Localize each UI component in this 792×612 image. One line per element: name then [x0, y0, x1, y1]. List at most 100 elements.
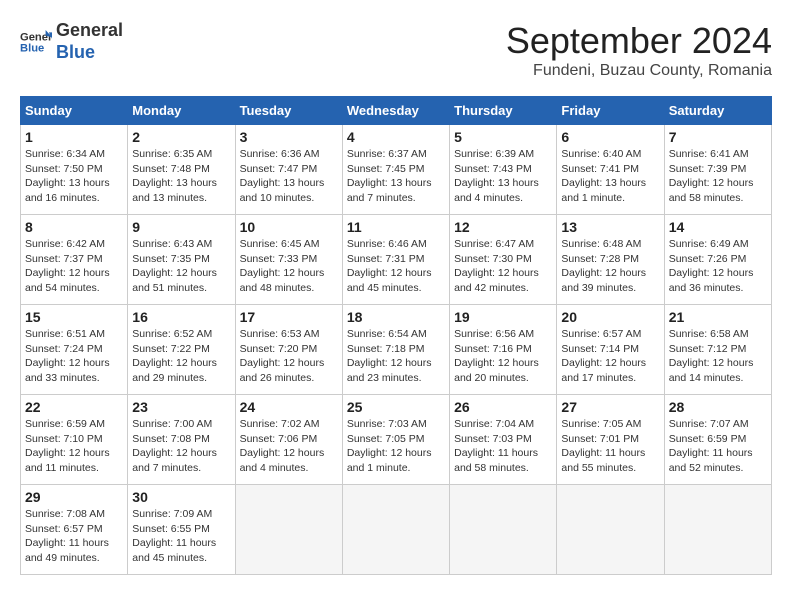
- day-number: 18: [347, 309, 445, 325]
- day-info: Sunrise: 7:04 AMSunset: 7:03 PMDaylight:…: [454, 417, 552, 476]
- col-header-monday: Monday: [128, 97, 235, 125]
- day-info: Sunrise: 6:37 AMSunset: 7:45 PMDaylight:…: [347, 147, 445, 206]
- calendar-cell: 29 Sunrise: 7:08 AMSunset: 6:57 PMDayligh…: [21, 485, 128, 575]
- day-number: 3: [240, 129, 338, 145]
- calendar-cell: 16 Sunrise: 6:52 AMSunset: 7:22 PMDayligh…: [128, 305, 235, 395]
- calendar-cell: 30 Sunrise: 7:09 AMSunset: 6:55 PMDayligh…: [128, 485, 235, 575]
- day-number: 29: [25, 489, 123, 505]
- day-number: 26: [454, 399, 552, 415]
- logo-icon: General Blue: [20, 26, 52, 58]
- day-number: 22: [25, 399, 123, 415]
- day-info: Sunrise: 7:00 AMSunset: 7:08 PMDaylight:…: [132, 417, 230, 476]
- day-number: 5: [454, 129, 552, 145]
- day-number: 14: [669, 219, 767, 235]
- col-header-tuesday: Tuesday: [235, 97, 342, 125]
- calendar-header-row: SundayMondayTuesdayWednesdayThursdayFrid…: [21, 97, 772, 125]
- day-number: 15: [25, 309, 123, 325]
- calendar-cell: 22 Sunrise: 6:59 AMSunset: 7:10 PMDayligh…: [21, 395, 128, 485]
- day-info: Sunrise: 6:57 AMSunset: 7:14 PMDaylight:…: [561, 327, 659, 386]
- day-number: 17: [240, 309, 338, 325]
- day-info: Sunrise: 6:59 AMSunset: 7:10 PMDaylight:…: [25, 417, 123, 476]
- day-number: 2: [132, 129, 230, 145]
- calendar-cell: 7Sunrise: 6:41 AMSunset: 7:39 PMDaylight…: [664, 125, 771, 215]
- calendar-cell: [342, 485, 449, 575]
- day-info: Sunrise: 6:45 AMSunset: 7:33 PMDaylight:…: [240, 237, 338, 296]
- day-number: 1: [25, 129, 123, 145]
- week-row-4: 22 Sunrise: 6:59 AMSunset: 7:10 PMDayligh…: [21, 395, 772, 485]
- day-number: 7: [669, 129, 767, 145]
- day-info: Sunrise: 6:34 AMSunset: 7:50 PMDaylight:…: [25, 147, 123, 206]
- day-number: 30: [132, 489, 230, 505]
- logo: General Blue General Blue: [20, 20, 123, 63]
- calendar-cell: 15 Sunrise: 6:51 AMSunset: 7:24 PMDayligh…: [21, 305, 128, 395]
- day-info: Sunrise: 7:08 AMSunset: 6:57 PMDaylight:…: [25, 507, 123, 566]
- day-info: Sunrise: 6:39 AMSunset: 7:43 PMDaylight:…: [454, 147, 552, 206]
- calendar-cell: 11Sunrise: 6:46 AMSunset: 7:31 PMDayligh…: [342, 215, 449, 305]
- col-header-wednesday: Wednesday: [342, 97, 449, 125]
- day-info: Sunrise: 6:42 AMSunset: 7:37 PMDaylight:…: [25, 237, 123, 296]
- day-number: 24: [240, 399, 338, 415]
- day-info: Sunrise: 6:43 AMSunset: 7:35 PMDaylight:…: [132, 237, 230, 296]
- calendar-cell: 17 Sunrise: 6:53 AMSunset: 7:20 PMDayligh…: [235, 305, 342, 395]
- day-number: 4: [347, 129, 445, 145]
- day-info: Sunrise: 6:47 AMSunset: 7:30 PMDaylight:…: [454, 237, 552, 296]
- day-info: Sunrise: 7:02 AMSunset: 7:06 PMDaylight:…: [240, 417, 338, 476]
- day-info: Sunrise: 6:36 AMSunset: 7:47 PMDaylight:…: [240, 147, 338, 206]
- calendar-cell: 23 Sunrise: 7:00 AMSunset: 7:08 PMDayligh…: [128, 395, 235, 485]
- week-row-1: 1 Sunrise: 6:34 AMSunset: 7:50 PMDaylight…: [21, 125, 772, 215]
- day-number: 8: [25, 219, 123, 235]
- day-number: 21: [669, 309, 767, 325]
- page-header: General Blue General Blue September 2024…: [20, 20, 772, 80]
- col-header-friday: Friday: [557, 97, 664, 125]
- day-number: 6: [561, 129, 659, 145]
- week-row-5: 29 Sunrise: 7:08 AMSunset: 6:57 PMDayligh…: [21, 485, 772, 575]
- calendar-cell: 6 Sunrise: 6:40 AMSunset: 7:41 PMDaylight…: [557, 125, 664, 215]
- week-row-3: 15 Sunrise: 6:51 AMSunset: 7:24 PMDayligh…: [21, 305, 772, 395]
- day-info: Sunrise: 6:53 AMSunset: 7:20 PMDaylight:…: [240, 327, 338, 386]
- day-info: Sunrise: 6:40 AMSunset: 7:41 PMDaylight:…: [561, 147, 659, 206]
- logo-blue: Blue: [56, 42, 123, 64]
- day-info: Sunrise: 6:46 AMSunset: 7:31 PMDaylight:…: [347, 237, 445, 296]
- day-number: 23: [132, 399, 230, 415]
- day-number: 12: [454, 219, 552, 235]
- day-info: Sunrise: 7:03 AMSunset: 7:05 PMDaylight:…: [347, 417, 445, 476]
- calendar-cell: 5 Sunrise: 6:39 AMSunset: 7:43 PMDaylight…: [450, 125, 557, 215]
- day-number: 10: [240, 219, 338, 235]
- day-number: 13: [561, 219, 659, 235]
- calendar-cell: 4 Sunrise: 6:37 AMSunset: 7:45 PMDaylight…: [342, 125, 449, 215]
- calendar-cell: [235, 485, 342, 575]
- day-number: 9: [132, 219, 230, 235]
- day-info: Sunrise: 7:09 AMSunset: 6:55 PMDaylight:…: [132, 507, 230, 566]
- day-number: 20: [561, 309, 659, 325]
- day-info: Sunrise: 6:52 AMSunset: 7:22 PMDaylight:…: [132, 327, 230, 386]
- day-info: Sunrise: 6:51 AMSunset: 7:24 PMDaylight:…: [25, 327, 123, 386]
- calendar-cell: 2 Sunrise: 6:35 AMSunset: 7:48 PMDaylight…: [128, 125, 235, 215]
- calendar-cell: 14 Sunrise: 6:49 AMSunset: 7:26 PMDayligh…: [664, 215, 771, 305]
- calendar-cell: [450, 485, 557, 575]
- calendar-cell: 27Sunrise: 7:05 AMSunset: 7:01 PMDayligh…: [557, 395, 664, 485]
- calendar-cell: [557, 485, 664, 575]
- calendar-cell: [664, 485, 771, 575]
- day-info: Sunrise: 6:35 AMSunset: 7:48 PMDaylight:…: [132, 147, 230, 206]
- day-info: Sunrise: 6:58 AMSunset: 7:12 PMDaylight:…: [669, 327, 767, 386]
- day-info: Sunrise: 7:07 AMSunset: 6:59 PMDaylight:…: [669, 417, 767, 476]
- day-info: Sunrise: 6:54 AMSunset: 7:18 PMDaylight:…: [347, 327, 445, 386]
- calendar-cell: 26 Sunrise: 7:04 AMSunset: 7:03 PMDayligh…: [450, 395, 557, 485]
- calendar-cell: 8 Sunrise: 6:42 AMSunset: 7:37 PMDaylight…: [21, 215, 128, 305]
- day-info: Sunrise: 6:49 AMSunset: 7:26 PMDaylight:…: [669, 237, 767, 296]
- location: Fundeni, Buzau County, Romania: [506, 62, 772, 80]
- day-number: 27: [561, 399, 659, 415]
- calendar-cell: 20 Sunrise: 6:57 AMSunset: 7:14 PMDayligh…: [557, 305, 664, 395]
- day-number: 16: [132, 309, 230, 325]
- col-header-thursday: Thursday: [450, 97, 557, 125]
- calendar-cell: 28 Sunrise: 7:07 AMSunset: 6:59 PMDayligh…: [664, 395, 771, 485]
- day-number: 25: [347, 399, 445, 415]
- day-number: 28: [669, 399, 767, 415]
- calendar-cell: 12 Sunrise: 6:47 AMSunset: 7:30 PMDayligh…: [450, 215, 557, 305]
- calendar-cell: 25 Sunrise: 7:03 AMSunset: 7:05 PMDayligh…: [342, 395, 449, 485]
- title-block: September 2024 Fundeni, Buzau County, Ro…: [506, 20, 772, 80]
- col-header-sunday: Sunday: [21, 97, 128, 125]
- calendar-table: SundayMondayTuesdayWednesdayThursdayFrid…: [20, 96, 772, 575]
- logo-general: General: [56, 20, 123, 42]
- calendar-cell: 18 Sunrise: 6:54 AMSunset: 7:18 PMDayligh…: [342, 305, 449, 395]
